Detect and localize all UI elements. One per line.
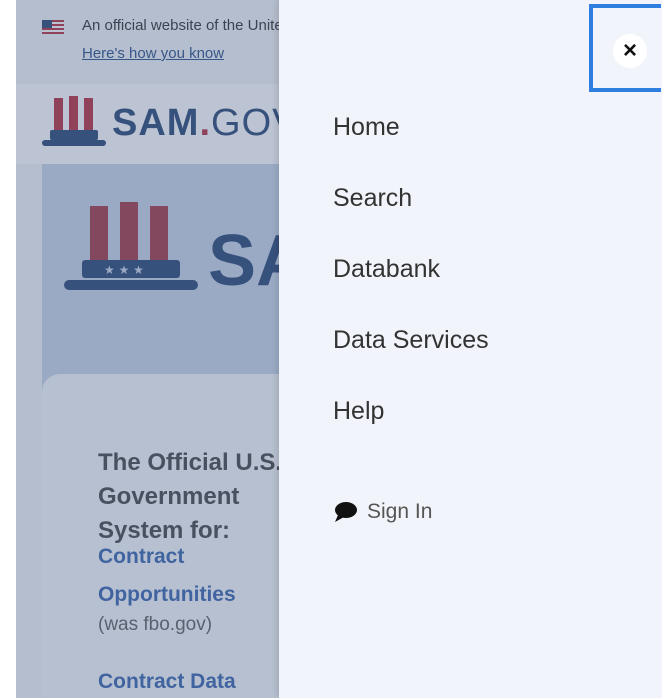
menu-item-home[interactable]: Home xyxy=(333,108,489,179)
chat-bubble-icon xyxy=(335,502,357,522)
close-menu-button[interactable]: × xyxy=(589,4,661,92)
menu-list: Home Search Databank Data Services Help xyxy=(333,108,489,463)
close-icon[interactable]: × xyxy=(613,34,647,68)
menu-item-search[interactable]: Search xyxy=(333,179,489,250)
sign-in-link[interactable]: Sign In xyxy=(333,500,432,524)
menu-item-help[interactable]: Help xyxy=(333,392,489,463)
menu-item-databank[interactable]: Databank xyxy=(333,250,489,321)
menu-item-data-services[interactable]: Data Services xyxy=(333,321,489,392)
side-navigation-menu: × Home Search Databank Data Services Hel… xyxy=(279,0,662,698)
sign-in-label: Sign In xyxy=(367,500,433,523)
page-margin xyxy=(0,0,16,698)
